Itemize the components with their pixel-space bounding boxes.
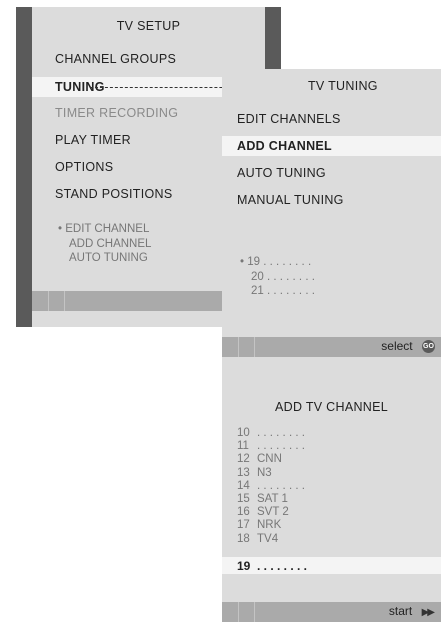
submenu-line: ADD CHANNEL <box>69 237 152 250</box>
menu-item-manual-tuning[interactable]: MANUAL TUNING <box>237 193 344 207</box>
channel-number: 10 <box>237 427 250 439</box>
fast-forward-icon: ▶▶ <box>421 607 435 618</box>
channel-name: . . . . . . . . <box>257 558 308 573</box>
menu-item-stand-positions[interactable]: STAND POSITIONS <box>55 187 172 201</box>
channel-number: 13 <box>237 466 250 479</box>
channel-name: . . . . . . . . <box>257 427 305 439</box>
submenu-preview: • EDIT CHANNEL ADD CHANNEL AUTO TUNING <box>58 222 151 266</box>
footer-label: start ▶▶ <box>388 604 435 618</box>
footer-bar: select GO <box>222 337 441 357</box>
channel-number: 12 <box>237 453 250 466</box>
channel-number: 11 <box>237 440 249 453</box>
channel-row[interactable]: 17 NRK <box>237 519 281 531</box>
channel-row[interactable]: 19 . . . . . . . . <box>237 559 307 573</box>
channel-line: 20 . . . . . . . . <box>251 270 315 283</box>
channel-name: . . . . . . . . <box>257 479 305 492</box>
channel-row[interactable]: 11 . . . . . . . . <box>237 440 305 452</box>
menu-item-timer-recording[interactable]: TIMER RECORDING <box>55 106 178 120</box>
footer-bar: start ▶▶ <box>222 602 441 622</box>
menu-title: TV SETUP <box>116 19 181 33</box>
channel-row[interactable]: 14 . . . . . . . . <box>237 480 305 492</box>
channel-name: . . . . . . . . <box>257 440 305 453</box>
channel-row[interactable]: 12 CNN <box>237 453 282 465</box>
channel-preview: • 19 . . . . . . . . 20 . . . . . . . . … <box>240 255 315 299</box>
channel-name: SVT 2 <box>257 506 289 519</box>
channel-name: SAT 1 <box>257 493 288 505</box>
channel-number: 14 <box>237 479 250 492</box>
submenu-line: AUTO TUNING <box>69 252 148 264</box>
channel-line: • 19 . . . . . . . . <box>240 256 312 268</box>
channel-row[interactable]: 10 . . . . . . . . <box>237 427 305 439</box>
channel-number: 16 <box>237 506 250 519</box>
channel-row[interactable]: 18 TV4 <box>237 533 278 545</box>
menu-item-add-channel[interactable]: ADD CHANNEL <box>237 139 332 153</box>
menu-item-play-timer[interactable]: PLAY TIMER <box>55 133 131 147</box>
channel-number: 18 <box>237 532 250 545</box>
channel-row[interactable]: 16 SVT 2 <box>237 506 289 518</box>
menu-title: ADD TV CHANNEL <box>274 400 389 414</box>
menu-item-channel-groups[interactable]: CHANNEL GROUPS <box>55 52 176 66</box>
footer-label: select GO <box>381 339 435 354</box>
channel-name: CNN <box>257 453 282 466</box>
channel-row[interactable]: 15 SAT 1 <box>237 493 288 505</box>
tv-tuning-menu: TV TUNING EDIT CHANNELS ADD CHANNEL AUTO… <box>222 69 441 362</box>
start-label: start <box>388 604 413 618</box>
select-label: select <box>381 339 413 353</box>
go-icon: GO <box>422 340 435 354</box>
menu-item-auto-tuning[interactable]: AUTO TUNING <box>237 166 326 180</box>
submenu-line: • EDIT CHANNEL <box>58 223 150 235</box>
channel-name: N3 <box>257 466 272 479</box>
channel-number: 19 <box>237 558 251 573</box>
channel-number: 17 <box>237 519 250 532</box>
menu-item-edit-channels[interactable]: EDIT CHANNELS <box>237 112 341 126</box>
channel-name: NRK <box>257 519 282 532</box>
channel-line: 21 . . . . . . . . <box>251 285 315 297</box>
left-band <box>16 7 32 327</box>
channel-number: 15 <box>237 493 250 505</box>
channel-row[interactable]: 13 N3 <box>237 467 272 479</box>
menu-item-options[interactable]: OPTIONS <box>55 160 113 174</box>
channel-name: TV4 <box>257 532 279 545</box>
add-tv-channel-menu: ADD TV CHANNEL 10 . . . . . . . . 11 . . . … <box>222 362 441 622</box>
menu-title: TV TUNING <box>304 79 378 93</box>
